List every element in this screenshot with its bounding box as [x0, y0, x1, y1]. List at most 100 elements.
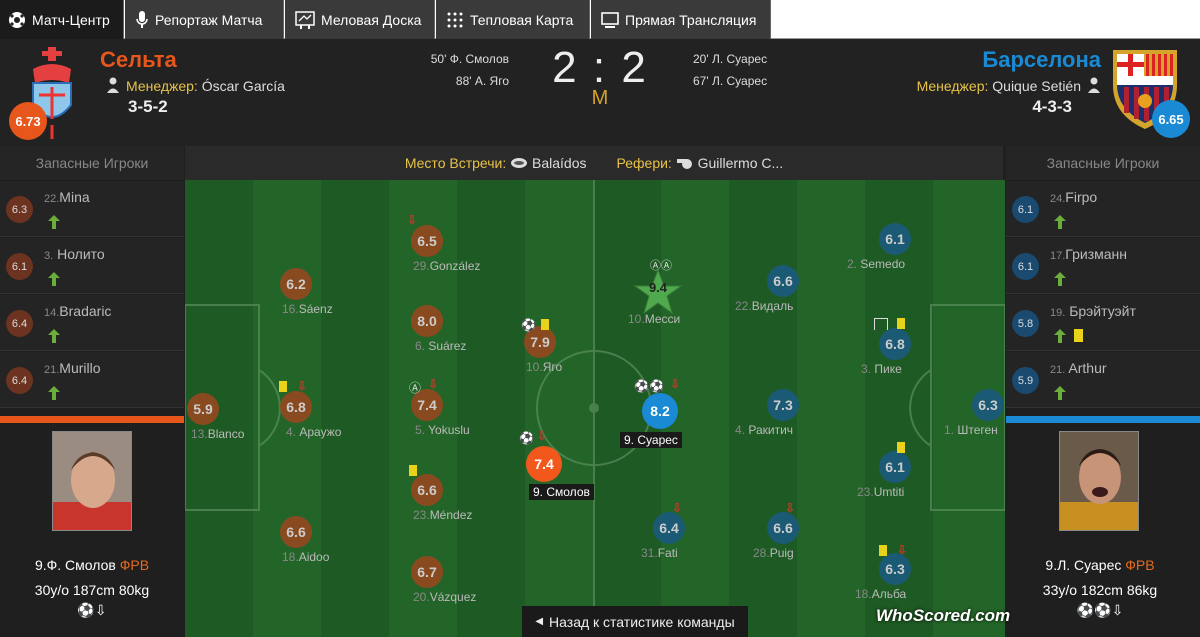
player-rating: 7.3: [767, 389, 799, 421]
player-num: 4.: [735, 423, 746, 437]
player-label: 1. Штеген: [944, 423, 998, 437]
player-name: Ракитич: [748, 423, 794, 437]
player-rating: 6.6: [767, 265, 799, 297]
sub-num: 19.: [1050, 307, 1066, 319]
player-label: 5. Yokuslu: [415, 423, 470, 437]
player-num: 18.: [855, 587, 872, 601]
sub-off-icon: ⇩: [672, 501, 683, 515]
tab-match-centre[interactable]: Матч-Центр: [0, 0, 124, 39]
sub-name: 3. Нолито: [44, 246, 105, 262]
sub-row[interactable]: 6.4 14.Bradaric: [0, 295, 184, 351]
sub-off-icon: ⇩: [785, 501, 796, 515]
tab-heatmap[interactable]: Тепловая Карта: [436, 0, 590, 39]
player-name: Semedo: [860, 257, 906, 271]
player-num: 9.: [533, 485, 544, 499]
goal-icon: ⚽: [519, 431, 534, 445]
sub-off-icon: ⇩: [897, 543, 908, 557]
tab-label: Матч-Центр: [32, 11, 110, 28]
back-to-team-stats-button[interactable]: ◀ Назад к статистике команды: [522, 606, 748, 637]
away-player-card: 9.Л. Суарес ФРВ 33у/о 182cm 86kg ⚽⚽⇩: [1016, 424, 1200, 637]
manager-name[interactable]: Óscar García: [202, 78, 285, 94]
away-team-name[interactable]: Барселона: [982, 47, 1101, 73]
sub-off-icon: ⇩: [297, 379, 308, 393]
manager-name[interactable]: Quique Setién: [992, 78, 1081, 94]
sub-num: 24.: [1050, 193, 1066, 205]
yellow-card-icon: [409, 465, 417, 476]
assist-icon: Ⓐ: [409, 381, 422, 395]
yellow-card-icon: [897, 442, 905, 453]
player-rating: 6.7: [411, 556, 443, 588]
tab-chalkboard[interactable]: Меловая Доска: [285, 0, 435, 39]
sub-on-icon: [1054, 272, 1066, 286]
venue-name: Balaídos: [532, 155, 587, 171]
player-num: 16.: [282, 302, 299, 316]
chevron-left-icon: ◀: [535, 616, 544, 627]
match-header: 6.73 Сельта Менеджер: Óscar García 3-5-2…: [0, 39, 1200, 146]
goal-icon: ⚽: [521, 318, 536, 332]
sub-name: 17.Гризманн: [1050, 246, 1127, 262]
sub-off-icon: ⇩: [670, 377, 681, 391]
player-rating: 7.4: [526, 446, 562, 482]
player-label: 28.Puig: [753, 546, 794, 560]
player-name: 9.Л. Суарес ФРВ: [1008, 557, 1192, 573]
player-rating: 6.6: [767, 512, 799, 544]
sub-row[interactable]: 6.1 17.Гризманн: [1006, 238, 1200, 294]
sub-on-icon: [48, 272, 60, 286]
player-label: 9. Суарес: [620, 432, 682, 448]
home-goal-1: 50' Ф. Смолов: [430, 52, 509, 66]
sub-row[interactable]: 6.3 22.Mina: [0, 181, 184, 237]
player-label: 9.Л. Суарес: [1045, 557, 1122, 573]
sub-rating: 6.3: [6, 196, 33, 223]
player-rating: 6.1: [879, 223, 911, 255]
sub-off-icon: ⇩: [407, 213, 418, 227]
player-name: Puig: [769, 546, 794, 560]
sub-row[interactable]: 5.9 21. Arthur: [1006, 352, 1200, 408]
sub-row[interactable]: 5.8 19. Брэйтуэйт: [1006, 295, 1200, 351]
player-label: 16.Sáenz: [282, 302, 333, 316]
scoreline: 2 : 2: [550, 43, 650, 93]
away-team-rating: 6.65: [1152, 100, 1190, 138]
home-team-name[interactable]: Сельта: [100, 47, 177, 73]
sub-label: Murillo: [59, 360, 101, 376]
sub-rating: 6.1: [1012, 253, 1039, 280]
sub-off-icon: ⇩: [428, 377, 439, 391]
tab-live-stream[interactable]: Прямая Трансляция: [591, 0, 771, 39]
player-name: Yokuslu: [428, 423, 470, 437]
sub-name: 19. Брэйтуэйт: [1050, 303, 1136, 319]
player-name: Араужо: [299, 425, 342, 439]
player-num: 22.: [735, 299, 752, 313]
player-name: Альба: [871, 587, 907, 601]
player-label: 2. Semedo: [847, 257, 905, 271]
sub-row[interactable]: 6.1 3. Нолито: [0, 238, 184, 294]
home-manager: Менеджер: Óscar García: [106, 77, 285, 94]
player-num: 18.: [282, 550, 299, 564]
sub-off-icon: ⇩: [537, 429, 548, 443]
tab-bar: Матч-Центр Репортаж Матча Меловая Доска …: [0, 0, 1200, 39]
sub-on-icon: [1054, 329, 1066, 343]
tab-match-report[interactable]: Репортаж Матча: [125, 0, 284, 39]
yellow-card-icon: [279, 381, 287, 392]
player-name: Méndez: [429, 508, 473, 522]
player-label: 4. Араужо: [286, 425, 341, 439]
sub-label: Нолито: [57, 246, 105, 262]
sub-row[interactable]: 6.4 21.Murillo: [0, 352, 184, 408]
sub-label: Firpo: [1065, 189, 1098, 205]
sub-row[interactable]: 6.1 24.Firpo: [1006, 181, 1200, 237]
sub-num: 21.: [1050, 364, 1066, 376]
manager-label: Менеджер:: [916, 78, 989, 94]
player-rating: 5.9: [187, 393, 219, 425]
player-name: Sáenz: [298, 302, 333, 316]
player-photo: [52, 431, 132, 531]
yellow-card-icon: [897, 318, 905, 329]
sub-label: Mina: [59, 189, 90, 205]
home-score: 2: [552, 43, 579, 92]
player-label: 23.Méndez: [413, 508, 472, 522]
home-player-card: 9.Ф. Смолов ФРВ 30у/о 187cm 80kg ⚽⇩: [0, 424, 184, 637]
away-score: 2: [621, 43, 648, 92]
player-label: 20.Vázquez: [413, 590, 476, 604]
player-label: 9. Смолов: [529, 484, 594, 500]
yellow-card-icon: [879, 545, 887, 556]
player-name: Суарес: [637, 433, 678, 447]
player-rating: 6.4: [653, 512, 685, 544]
home-goal-2: 88' А. Яго: [455, 74, 509, 88]
